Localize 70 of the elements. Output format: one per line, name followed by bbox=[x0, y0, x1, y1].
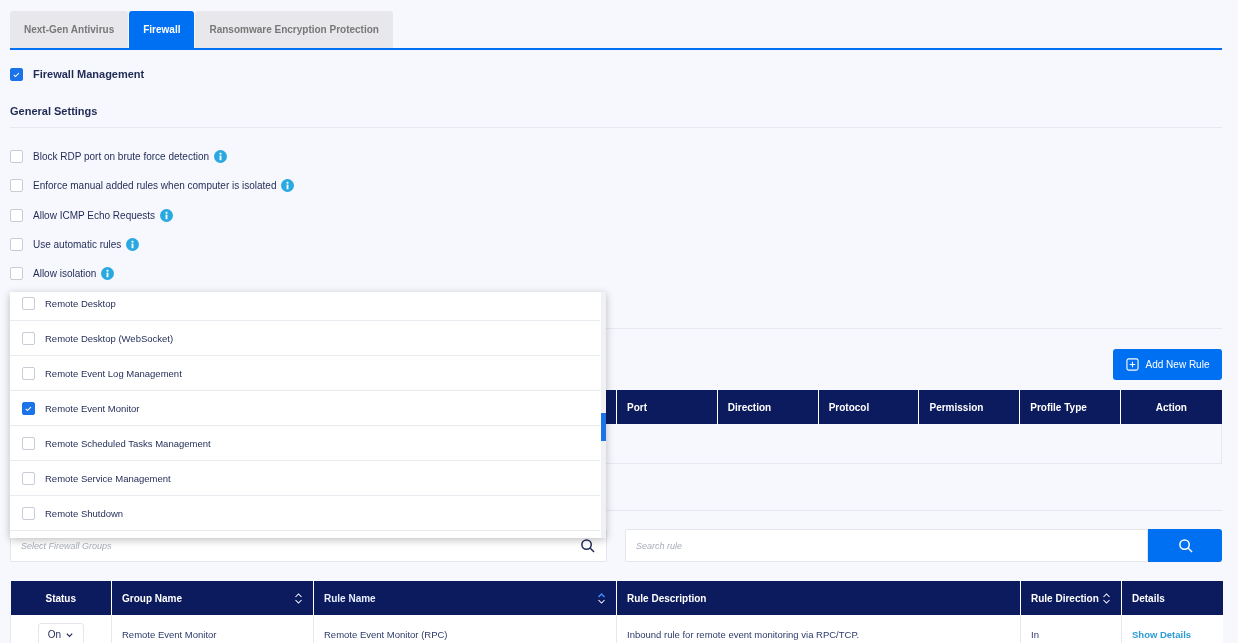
item-label: Remote Desktop (WebSocket) bbox=[45, 332, 174, 344]
checkbox-label: Enforce manual added rules when computer is isolated bbox=[33, 180, 277, 192]
info-icon[interactable] bbox=[101, 267, 115, 281]
table-cell: In bbox=[1020, 615, 1122, 643]
search-icon bbox=[580, 538, 595, 554]
column-header: Action bbox=[1120, 390, 1222, 425]
column-header[interactable]: Rule Name bbox=[324, 593, 376, 604]
column-header: Protocol bbox=[818, 390, 919, 425]
sort-icon[interactable] bbox=[597, 592, 606, 605]
checkbox[interactable] bbox=[22, 296, 35, 310]
search-button[interactable] bbox=[1148, 529, 1222, 563]
column-header: Profile Type bbox=[1019, 390, 1121, 425]
checkbox-label: Firewall Management bbox=[33, 68, 145, 80]
add-rule-button[interactable]: Add New Rule bbox=[1113, 349, 1222, 381]
column-header: Direction bbox=[717, 390, 819, 425]
checkbox[interactable] bbox=[22, 471, 35, 485]
scrollbar-thumb[interactable] bbox=[601, 413, 606, 441]
status-dropdown[interactable]: On bbox=[37, 623, 85, 643]
info-icon[interactable] bbox=[214, 150, 228, 164]
dropdown-item[interactable]: Remote Desktop bbox=[10, 292, 600, 321]
table-cell: Remote Event Monitor bbox=[111, 615, 314, 643]
checkbox[interactable] bbox=[22, 331, 35, 345]
dropdown-item[interactable]: Remote Shutdown bbox=[10, 496, 600, 531]
checkbox[interactable] bbox=[22, 506, 35, 520]
item-label: Remote Shutdown bbox=[45, 507, 124, 519]
dropdown-item[interactable]: Remote Event Monitor bbox=[10, 391, 600, 426]
checkbox[interactable] bbox=[10, 150, 23, 164]
dropdown-item[interactable]: Remote Desktop (WebSocket) bbox=[10, 321, 600, 356]
column-header: Details bbox=[1132, 593, 1165, 604]
plus-icon bbox=[1125, 358, 1139, 372]
checkbox[interactable] bbox=[22, 366, 35, 380]
scrollbar[interactable] bbox=[601, 292, 606, 538]
checkbox[interactable] bbox=[10, 67, 23, 81]
chevron-down-icon bbox=[65, 630, 75, 639]
table-cell: Remote Event Monitor (RPC) bbox=[313, 615, 617, 643]
search-icon bbox=[1177, 538, 1193, 554]
column-header: Status bbox=[45, 593, 77, 604]
search-field[interactable]: Search rule bbox=[625, 529, 1148, 563]
checkbox[interactable] bbox=[10, 267, 23, 281]
info-icon[interactable] bbox=[160, 208, 174, 222]
column-header: Port bbox=[616, 390, 718, 425]
column-header: Permission bbox=[919, 390, 1020, 425]
tab[interactable]: Ransomware Encryption Protection bbox=[195, 11, 393, 48]
checkbox-label: Allow isolation bbox=[33, 268, 97, 280]
column-header: Rule Description bbox=[627, 593, 707, 604]
table-cell: Inbound rule for remote event monitoring via RPC/TCP. bbox=[616, 615, 1021, 643]
tab[interactable]: Firewall bbox=[129, 11, 195, 48]
item-label: Remote Scheduled Tasks Management bbox=[45, 437, 211, 449]
checkbox-label: Use automatic rules bbox=[33, 239, 122, 251]
dropdown-item[interactable]: Remote Service Management bbox=[10, 461, 600, 496]
checkbox[interactable] bbox=[10, 238, 23, 252]
item-label: Remote Event Log Management bbox=[45, 367, 182, 379]
checkbox[interactable] bbox=[22, 436, 35, 450]
column-header[interactable]: Group Name bbox=[122, 593, 182, 604]
sort-icon[interactable] bbox=[1102, 592, 1111, 605]
tab[interactable]: Next-Gen Antivirus bbox=[10, 11, 129, 48]
item-label: Remote Desktop bbox=[45, 297, 116, 309]
checkbox-label: Block RDP port on brute force detection bbox=[33, 151, 210, 163]
info-icon[interactable] bbox=[281, 179, 295, 193]
checkbox-label: Allow ICMP Echo Requests bbox=[33, 209, 156, 221]
info-icon[interactable] bbox=[126, 238, 140, 252]
checkbox[interactable] bbox=[10, 208, 23, 222]
checkbox[interactable] bbox=[22, 401, 35, 415]
item-label: Remote Service Management bbox=[45, 472, 171, 484]
dropdown-item[interactable]: Remote Event Log Management bbox=[10, 356, 600, 391]
checkbox[interactable] bbox=[10, 179, 23, 193]
section-title: General Settings bbox=[10, 101, 1222, 128]
column-header[interactable]: Rule Direction bbox=[1031, 593, 1099, 604]
item-label: Remote Event Monitor bbox=[45, 402, 140, 414]
sort-icon[interactable] bbox=[294, 592, 303, 605]
